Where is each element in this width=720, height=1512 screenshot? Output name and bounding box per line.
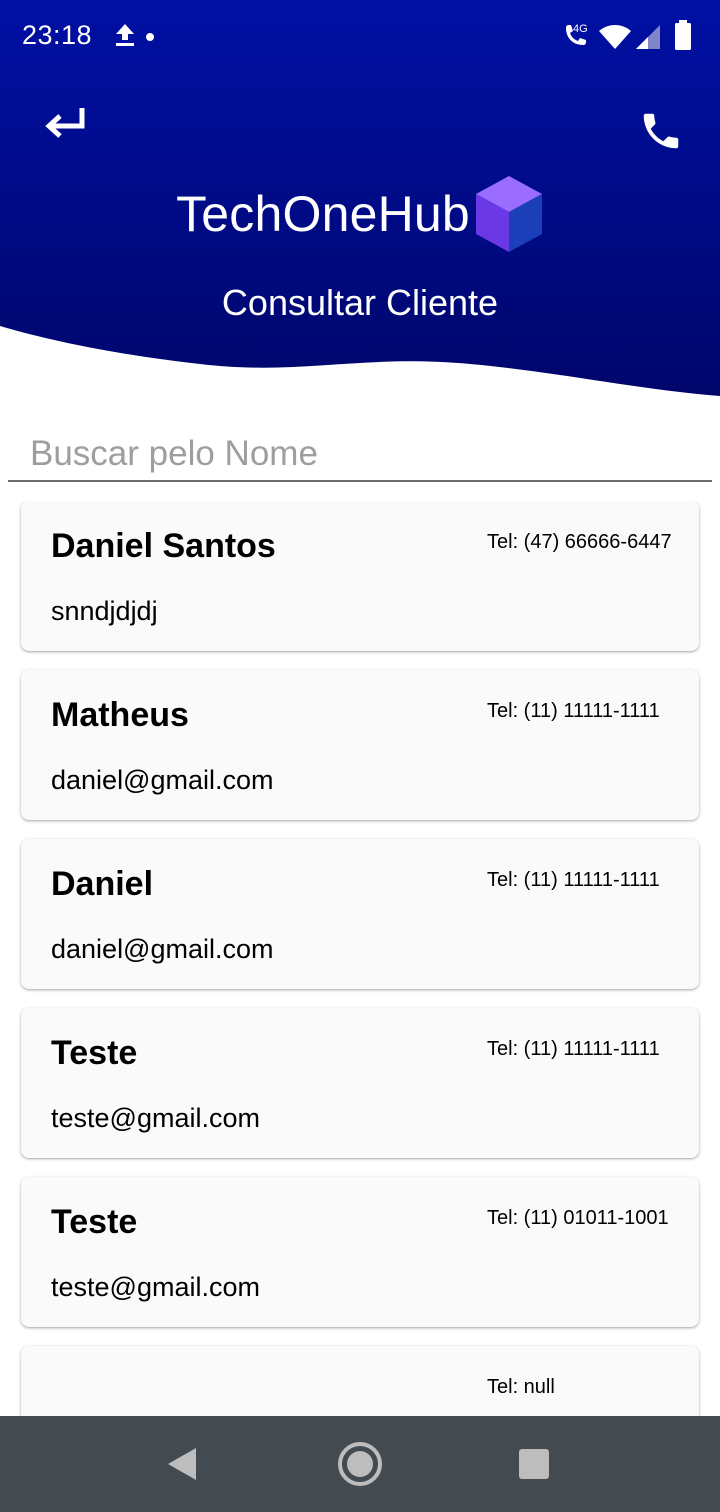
client-email: snndjdjdj: [51, 596, 158, 626]
page-title: Consultar Cliente: [221, 282, 499, 323]
cube-logo-icon: [475, 176, 542, 252]
nav-recents-icon[interactable]: [518, 1448, 550, 1480]
client-name: Daniel Santos: [51, 527, 276, 565]
header: 23:18 4G TechOneHub Consultar Cliente: [0, 0, 720, 400]
search-field: [8, 424, 712, 482]
client-phone: Tel: (11) 01011-1001: [487, 1207, 669, 1229]
client-email: daniel@gmail.com: [51, 934, 274, 964]
notification-dot-icon: [146, 33, 154, 41]
client-name: Matheus: [51, 696, 189, 734]
client-card[interactable]: Teste Tel: (11) 11111-1111 teste@gmail.c…: [21, 1008, 699, 1158]
client-name: Teste: [51, 1034, 138, 1072]
client-card[interactable]: Daniel Santos Tel: (47) 66666-6447 snndj…: [21, 501, 699, 651]
nav-home-icon[interactable]: [336, 1440, 384, 1488]
client-phone: Tel: (11) 11111-1111: [487, 1038, 660, 1060]
wifi-call-icon: 4G: [566, 23, 588, 45]
network-type-label: 4G: [573, 23, 588, 35]
signal-icon: [636, 25, 660, 49]
navigation-bar: [0, 1416, 720, 1512]
client-name: Daniel: [51, 865, 154, 903]
client-list[interactable]: Daniel Santos Tel: (47) 66666-6447 snndj…: [0, 501, 720, 1416]
battery-icon: [675, 20, 691, 50]
status-bar: 23:18 4G: [0, 0, 720, 76]
client-phone: Tel: (11) 11111-1111: [487, 869, 660, 891]
client-email: teste@gmail.com: [51, 1103, 260, 1133]
client-card[interactable]: Teste Tel: (11) 01011-1001 teste@gmail.c…: [21, 1177, 699, 1327]
brand: TechOneHub: [0, 172, 720, 256]
client-email: daniel@gmail.com: [51, 765, 274, 795]
client-card[interactable]: Daniel Tel: (11) 11111-1111 daniel@gmail…: [21, 839, 699, 989]
back-arrow-icon[interactable]: [40, 100, 90, 146]
brand-title: TechOneHub: [176, 186, 470, 242]
client-card[interactable]: Matheus Tel: (11) 11111-1111 daniel@gmai…: [21, 670, 699, 820]
client-phone: Tel: null: [487, 1376, 555, 1398]
upload-icon: [116, 24, 134, 46]
client-email: teste@gmail.com: [51, 1272, 260, 1302]
nav-back-icon[interactable]: [164, 1444, 204, 1484]
search-input[interactable]: [8, 424, 712, 480]
wifi-icon: [599, 25, 631, 49]
client-card[interactable]: Tel: null: [21, 1346, 699, 1416]
status-time: 23:18: [22, 20, 93, 50]
client-name: Teste: [51, 1203, 138, 1241]
client-phone: Tel: (11) 11111-1111: [487, 700, 660, 722]
client-phone: Tel: (47) 66666-6447: [487, 531, 672, 553]
phone-icon[interactable]: [638, 108, 684, 154]
